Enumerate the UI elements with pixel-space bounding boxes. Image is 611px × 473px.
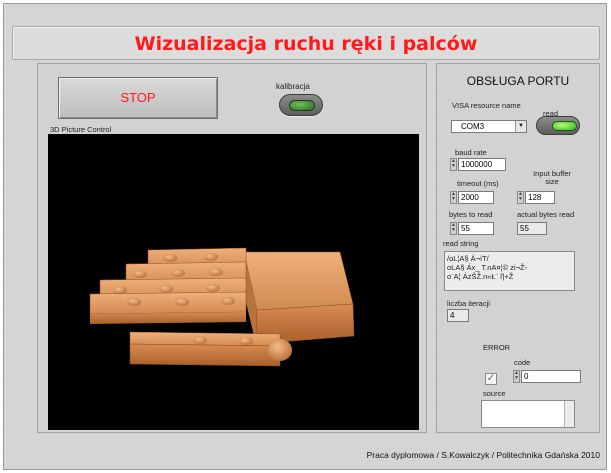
- error-source-input[interactable]: [481, 400, 575, 428]
- visa-resource-value: COM3: [461, 122, 485, 131]
- actual-bytes-label: actual bytes read: [517, 210, 575, 219]
- bytes-to-read-input[interactable]: 55: [458, 222, 494, 235]
- error-source-label: source: [483, 389, 506, 398]
- visa-resource-label: VISA resource name: [452, 101, 521, 110]
- read-led-icon: [552, 121, 577, 131]
- error-title: ERROR: [483, 343, 511, 352]
- calibration-led-icon: [289, 100, 315, 111]
- buffer-size-input[interactable]: 128: [525, 191, 555, 204]
- error-code-input[interactable]: 0: [521, 370, 581, 383]
- baud-rate-input[interactable]: 1000000: [458, 158, 506, 171]
- baud-rate-label: baud rate: [455, 148, 487, 157]
- read-string-line: o¨A¦ ÁzŠŽ.n«Ł¨ ľ|+Ž: [447, 272, 514, 281]
- page-title: Wizualizacja ruchu ręki i palców: [134, 33, 478, 55]
- hand-model-render: [89, 247, 355, 367]
- port-panel-title: OBSŁUGA PORTU: [466, 74, 570, 88]
- read-string-label: read string: [443, 239, 479, 248]
- calibration-toggle[interactable]: [279, 94, 323, 116]
- error-code-spinner[interactable]: ▲ ▼: [513, 370, 520, 383]
- actual-bytes-value: 55: [517, 222, 547, 235]
- bytes-to-read-label: bytes to read: [449, 210, 493, 219]
- stop-button[interactable]: STOP: [58, 77, 218, 119]
- read-toggle[interactable]: [536, 116, 580, 135]
- buffer-spinner[interactable]: ▲ ▼: [517, 191, 524, 204]
- input-buffer-label: Input buffer size: [533, 169, 571, 186]
- calibration-label: kalibracja: [276, 82, 310, 91]
- view-label: 3D Picture Control: [50, 125, 112, 134]
- source-scrollbar[interactable]: [564, 401, 574, 427]
- palm: [243, 251, 355, 345]
- timeout-label: timeout (ms): [457, 179, 499, 188]
- thumb: [129, 331, 292, 367]
- bytes-to-read-spinner[interactable]: ▲ ▼: [450, 222, 457, 235]
- read-string-line: /oL¦A§ Á¬íT/: [447, 254, 489, 263]
- error-cluster: ERROR code ✓ ▲ ▼ 0 source: [478, 340, 596, 430]
- status-check-icon[interactable]: ✓: [485, 373, 497, 385]
- read-string-display: /oL¦A§ Á¬íT/ oLA§ Áx_ T.nA¤¦© zi¬Ž- o¨A¦…: [444, 251, 575, 291]
- baud-rate-spinner[interactable]: ▲ ▼: [450, 158, 457, 171]
- timeout-spinner[interactable]: ▲ ▼: [450, 191, 457, 204]
- title-bar: Wizualizacja ruchu ręki i palców: [12, 26, 600, 60]
- iterations-label: liczba iteracji: [447, 299, 490, 308]
- timeout-input[interactable]: 2000: [458, 191, 494, 204]
- footer-credit: Praca dyplomowa / S.Kowalczyk / Politech…: [366, 450, 600, 460]
- iterations-value: 4: [447, 309, 469, 322]
- error-code-label: code: [514, 358, 531, 367]
- read-string-line: oLA§ Áx_ T.nA¤¦© zi¬Ž-: [447, 263, 528, 272]
- 3d-picture-control[interactable]: [48, 134, 419, 430]
- chevron-down-icon[interactable]: ▼: [515, 121, 526, 132]
- visa-resource-select[interactable]: COM3 ▼: [451, 120, 527, 133]
- finger-4: [89, 291, 247, 324]
- port-panel: OBSŁUGA PORTU VISA resource name COM3 ▼ …: [436, 63, 600, 433]
